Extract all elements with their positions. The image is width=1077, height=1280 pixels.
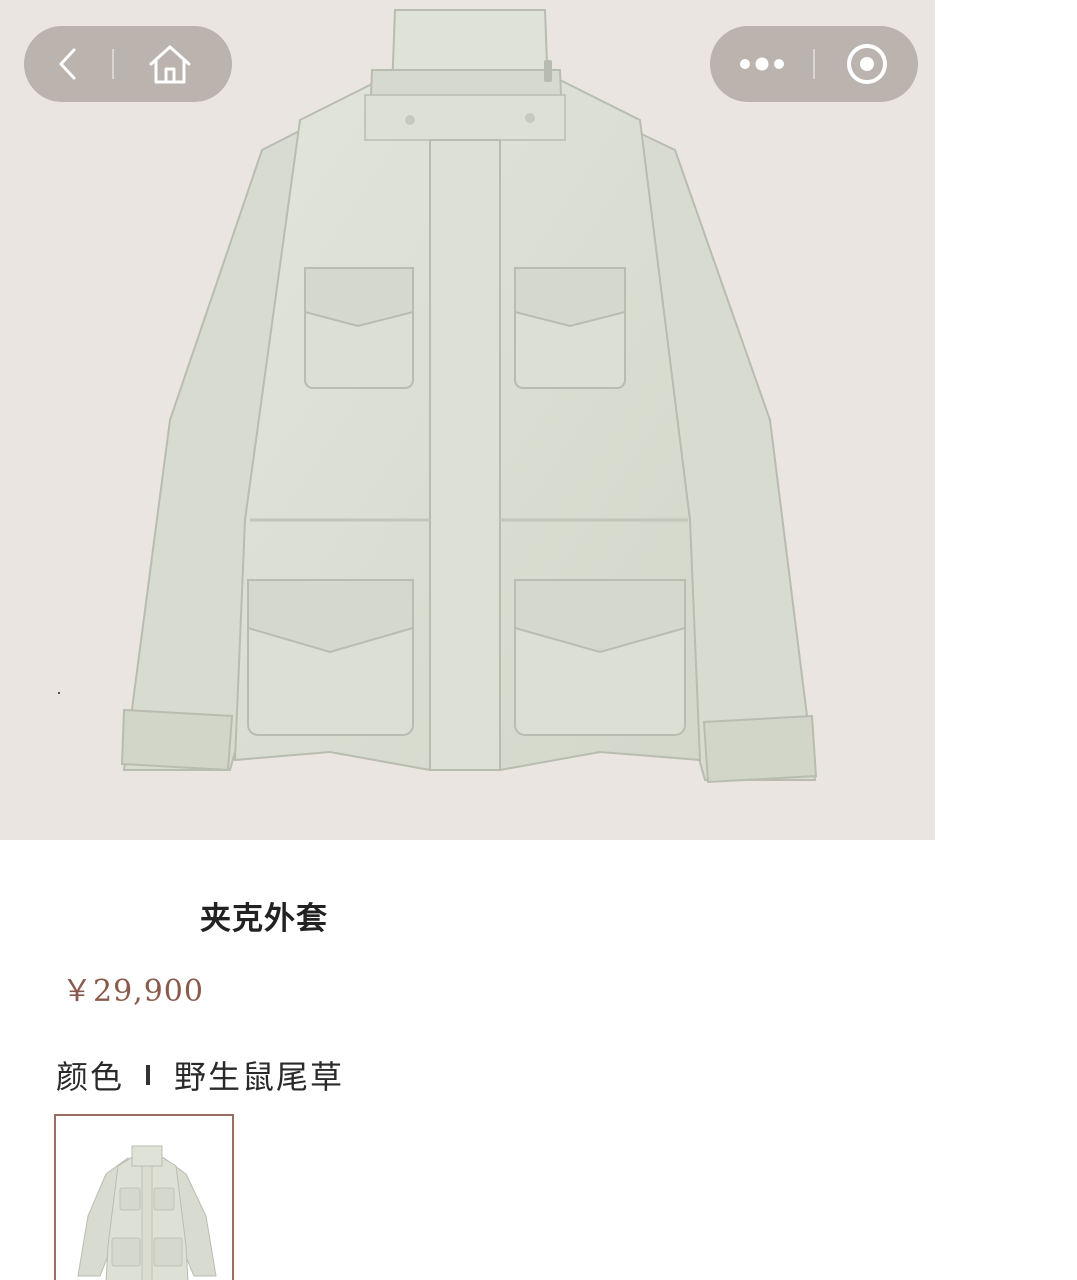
product-hero-image [0, 0, 935, 840]
jacket-image [120, 9, 818, 784]
color-value: 野生鼠尾草 [174, 1058, 345, 1096]
close-miniprogram-button[interactable] [815, 26, 918, 102]
nav-capsule-right [710, 26, 918, 102]
more-dots-icon [739, 57, 784, 71]
color-selector-row: 颜色 野生鼠尾草 [56, 1052, 344, 1098]
product-price: ￥29,900 [62, 974, 204, 1009]
product-title: 夹克外套 [200, 901, 328, 937]
chevron-left-icon [59, 48, 76, 80]
home-button[interactable] [114, 26, 226, 102]
color-swatch-thumbnail[interactable] [54, 1114, 234, 1280]
target-circle-icon [846, 44, 887, 84]
jacket-thumbnail-image [77, 1145, 217, 1280]
color-label: 颜色 [56, 1058, 125, 1096]
speck [58, 692, 60, 694]
home-icon [149, 45, 191, 84]
back-button[interactable] [24, 26, 112, 102]
nav-capsule-left [24, 26, 232, 102]
color-separator [146, 1065, 151, 1085]
more-button[interactable] [710, 26, 813, 102]
